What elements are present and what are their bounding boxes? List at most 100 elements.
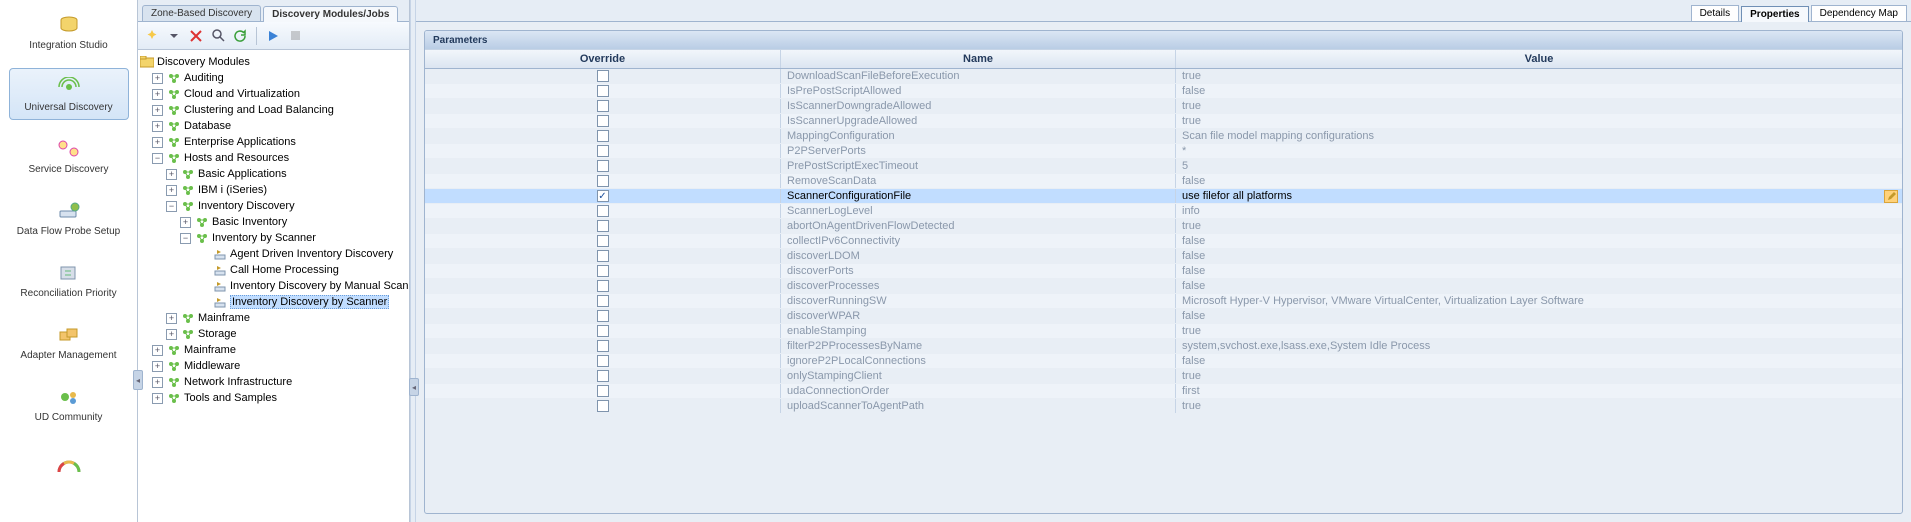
cell-override[interactable] xyxy=(425,99,781,113)
table-row[interactable]: PrePostScriptExecTimeout5 xyxy=(425,159,1902,174)
table-row[interactable]: ScannerConfigurationFileuse file for all… xyxy=(425,189,1902,204)
tree-node[interactable]: +Mainframe xyxy=(140,342,407,358)
table-row[interactable]: DownloadScanFileBeforeExecutiontrue xyxy=(425,69,1902,84)
tab-details[interactable]: Details xyxy=(1691,5,1740,21)
sidebar-item-service-discovery[interactable]: Service Discovery xyxy=(9,130,129,182)
cell-override[interactable] xyxy=(425,84,781,98)
tree-node[interactable]: −Hosts and Resources xyxy=(140,150,407,166)
override-checkbox[interactable] xyxy=(597,355,609,367)
expand-toggle-icon[interactable]: + xyxy=(152,361,163,372)
cell-override[interactable] xyxy=(425,69,781,83)
tree-node[interactable]: +Basic Inventory xyxy=(140,214,407,230)
cell-override[interactable] xyxy=(425,129,781,143)
cell-override[interactable] xyxy=(425,174,781,188)
grid-body[interactable]: DownloadScanFileBeforeExecutiontrueIsPre… xyxy=(425,69,1902,513)
cell-value[interactable]: false xyxy=(1176,264,1902,278)
tree-node[interactable]: +Basic Applications xyxy=(140,166,407,182)
override-checkbox[interactable] xyxy=(597,100,609,112)
tree-node[interactable]: +Enterprise Applications xyxy=(140,134,407,150)
expand-toggle-icon[interactable]: + xyxy=(166,185,177,196)
column-header-name[interactable]: Name xyxy=(781,50,1176,68)
cell-value[interactable]: system,svchost.exe,lsass.exe,System Idle… xyxy=(1176,339,1902,353)
splitter-grip-icon[interactable]: ◂ xyxy=(409,378,419,396)
discovery-modules-tree[interactable]: Discovery Modules +Auditing+Cloud and Vi… xyxy=(138,50,409,522)
expand-toggle-icon[interactable]: + xyxy=(152,89,163,100)
sidebar-item-integration-studio[interactable]: Integration Studio xyxy=(9,6,129,58)
override-checkbox[interactable] xyxy=(597,370,609,382)
column-header-override[interactable]: Override xyxy=(425,50,781,68)
tree-root[interactable]: Discovery Modules xyxy=(140,54,407,70)
vertical-splitter[interactable]: ◂ xyxy=(410,0,416,522)
expand-toggle-icon[interactable]: − xyxy=(152,153,163,164)
expand-toggle-icon[interactable]: + xyxy=(152,121,163,132)
cell-value[interactable]: true xyxy=(1176,69,1902,83)
sidebar-item-data-flow-probe-setup[interactable]: Data Flow Probe Setup xyxy=(9,192,129,244)
table-row[interactable]: ignoreP2PLocalConnectionsfalse xyxy=(425,354,1902,369)
override-checkbox[interactable] xyxy=(597,325,609,337)
table-row[interactable]: IsPrePostScriptAllowedfalse xyxy=(425,84,1902,99)
tree-node[interactable]: +Auditing xyxy=(140,70,407,86)
cell-override[interactable] xyxy=(425,294,781,308)
tab-properties[interactable]: Properties xyxy=(1741,6,1808,22)
table-row[interactable]: discoverLDOMfalse xyxy=(425,249,1902,264)
table-row[interactable]: enableStampingtrue xyxy=(425,324,1902,339)
override-checkbox[interactable] xyxy=(597,145,609,157)
sidebar-item-universal-discovery[interactable]: Universal Discovery xyxy=(9,68,129,120)
table-row[interactable]: collectIPv6Connectivityfalse xyxy=(425,234,1902,249)
expand-toggle-icon[interactable]: + xyxy=(166,313,177,324)
tree-node[interactable]: +Tools and Samples xyxy=(140,390,407,406)
cell-override[interactable] xyxy=(425,309,781,323)
expand-toggle-icon[interactable]: + xyxy=(152,73,163,84)
cell-value[interactable]: 5 xyxy=(1176,159,1902,173)
stop-icon[interactable] xyxy=(287,28,303,44)
override-checkbox[interactable] xyxy=(597,385,609,397)
tree-node[interactable]: Call Home Processing xyxy=(140,262,407,278)
table-row[interactable]: discoverWPARfalse xyxy=(425,309,1902,324)
override-checkbox[interactable] xyxy=(597,175,609,187)
cell-override[interactable] xyxy=(425,234,781,248)
cell-value[interactable]: Microsoft Hyper-V Hypervisor, VMware Vir… xyxy=(1176,294,1902,308)
table-row[interactable]: MappingConfigurationScan file model mapp… xyxy=(425,129,1902,144)
sidebar-item-ud-community[interactable]: UD Community xyxy=(9,378,129,430)
cell-value[interactable]: false xyxy=(1176,84,1902,98)
expand-toggle-icon[interactable]: − xyxy=(180,233,191,244)
cell-override[interactable] xyxy=(425,264,781,278)
edit-pencil-icon[interactable] xyxy=(1884,190,1898,203)
override-checkbox[interactable] xyxy=(597,400,609,412)
cell-value[interactable]: Scan file model mapping configurations xyxy=(1176,129,1902,143)
table-row[interactable]: discoverPortsfalse xyxy=(425,264,1902,279)
table-row[interactable]: filterP2PProcessesByNamesystem,svchost.e… xyxy=(425,339,1902,354)
cell-value[interactable]: true xyxy=(1176,399,1902,413)
cell-value[interactable]: false xyxy=(1176,174,1902,188)
cell-override[interactable] xyxy=(425,369,781,383)
tree-node[interactable]: +Database xyxy=(140,118,407,134)
tree-node[interactable]: Inventory Discovery by Scanner xyxy=(140,294,407,310)
dropdown-icon[interactable] xyxy=(166,28,182,44)
tree-node[interactable]: Inventory Discovery by Manual Scanne xyxy=(140,278,407,294)
cell-override[interactable] xyxy=(425,384,781,398)
override-checkbox[interactable] xyxy=(597,295,609,307)
cell-override[interactable] xyxy=(425,324,781,338)
cell-value[interactable]: false xyxy=(1176,354,1902,368)
cell-value[interactable]: use file for all platforms xyxy=(1176,189,1902,203)
tree-node[interactable]: +Clustering and Load Balancing xyxy=(140,102,407,118)
cell-value[interactable]: false xyxy=(1176,234,1902,248)
cell-value[interactable]: true xyxy=(1176,369,1902,383)
cell-override[interactable] xyxy=(425,219,781,233)
table-row[interactable]: IsScannerDowngradeAllowedtrue xyxy=(425,99,1902,114)
cell-value[interactable]: true xyxy=(1176,114,1902,128)
expand-toggle-icon[interactable]: + xyxy=(180,217,191,228)
column-header-value[interactable]: Value xyxy=(1176,50,1902,68)
override-checkbox[interactable] xyxy=(597,220,609,232)
expand-toggle-icon[interactable]: + xyxy=(166,169,177,180)
table-row[interactable]: abortOnAgentDrivenFlowDetectedtrue xyxy=(425,219,1902,234)
cell-value[interactable]: true xyxy=(1176,99,1902,113)
sidebar-collapse-grip[interactable]: ◂ xyxy=(133,370,143,390)
delete-icon[interactable] xyxy=(188,28,204,44)
table-row[interactable]: udaConnectionOrderfirst xyxy=(425,384,1902,399)
search-icon[interactable] xyxy=(210,28,226,44)
cell-value[interactable]: true xyxy=(1176,324,1902,338)
tree-node[interactable]: +Storage xyxy=(140,326,407,342)
cell-override[interactable] xyxy=(425,354,781,368)
override-checkbox[interactable] xyxy=(597,160,609,172)
